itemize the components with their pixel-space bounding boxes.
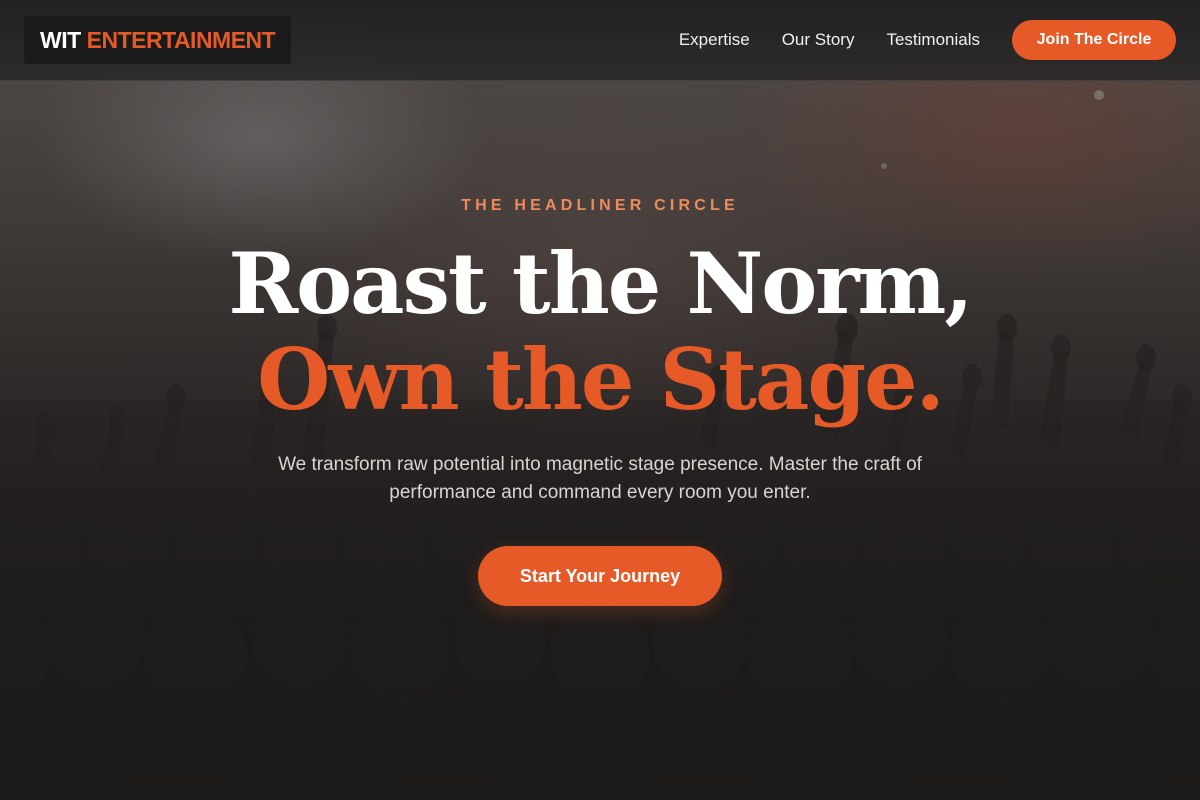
brand-logo[interactable]: WIT ENTERTAINMENT — [24, 16, 292, 64]
nav-link-testimonials[interactable]: Testimonials — [886, 30, 980, 50]
join-the-circle-button[interactable]: Join The Circle — [1012, 20, 1176, 60]
hero-headline-line1: Roast the Norm, — [228, 234, 973, 333]
site-header: WIT ENTERTAINMENT Expertise Our Story Te… — [0, 0, 1200, 81]
hero-eyebrow: THE HEADLINER CIRCLE — [461, 197, 739, 214]
main-nav: Expertise Our Story Testimonials — [679, 0, 980, 80]
brand-name-accent: ENTERTAINMENT — [86, 26, 276, 53]
hero-subtitle: We transform raw potential into magnetic… — [278, 454, 922, 503]
nav-link-our-story[interactable]: Our Story — [782, 30, 855, 50]
start-your-journey-button[interactable]: Start Your Journey — [478, 546, 722, 606]
brand-name-primary: WIT — [40, 26, 81, 53]
hero-content: THE HEADLINER CIRCLE Roast the Norm, Own… — [0, 0, 1200, 800]
nav-link-expertise[interactable]: Expertise — [679, 30, 750, 50]
hero-headline-line2: Own the Stage. — [257, 330, 945, 429]
